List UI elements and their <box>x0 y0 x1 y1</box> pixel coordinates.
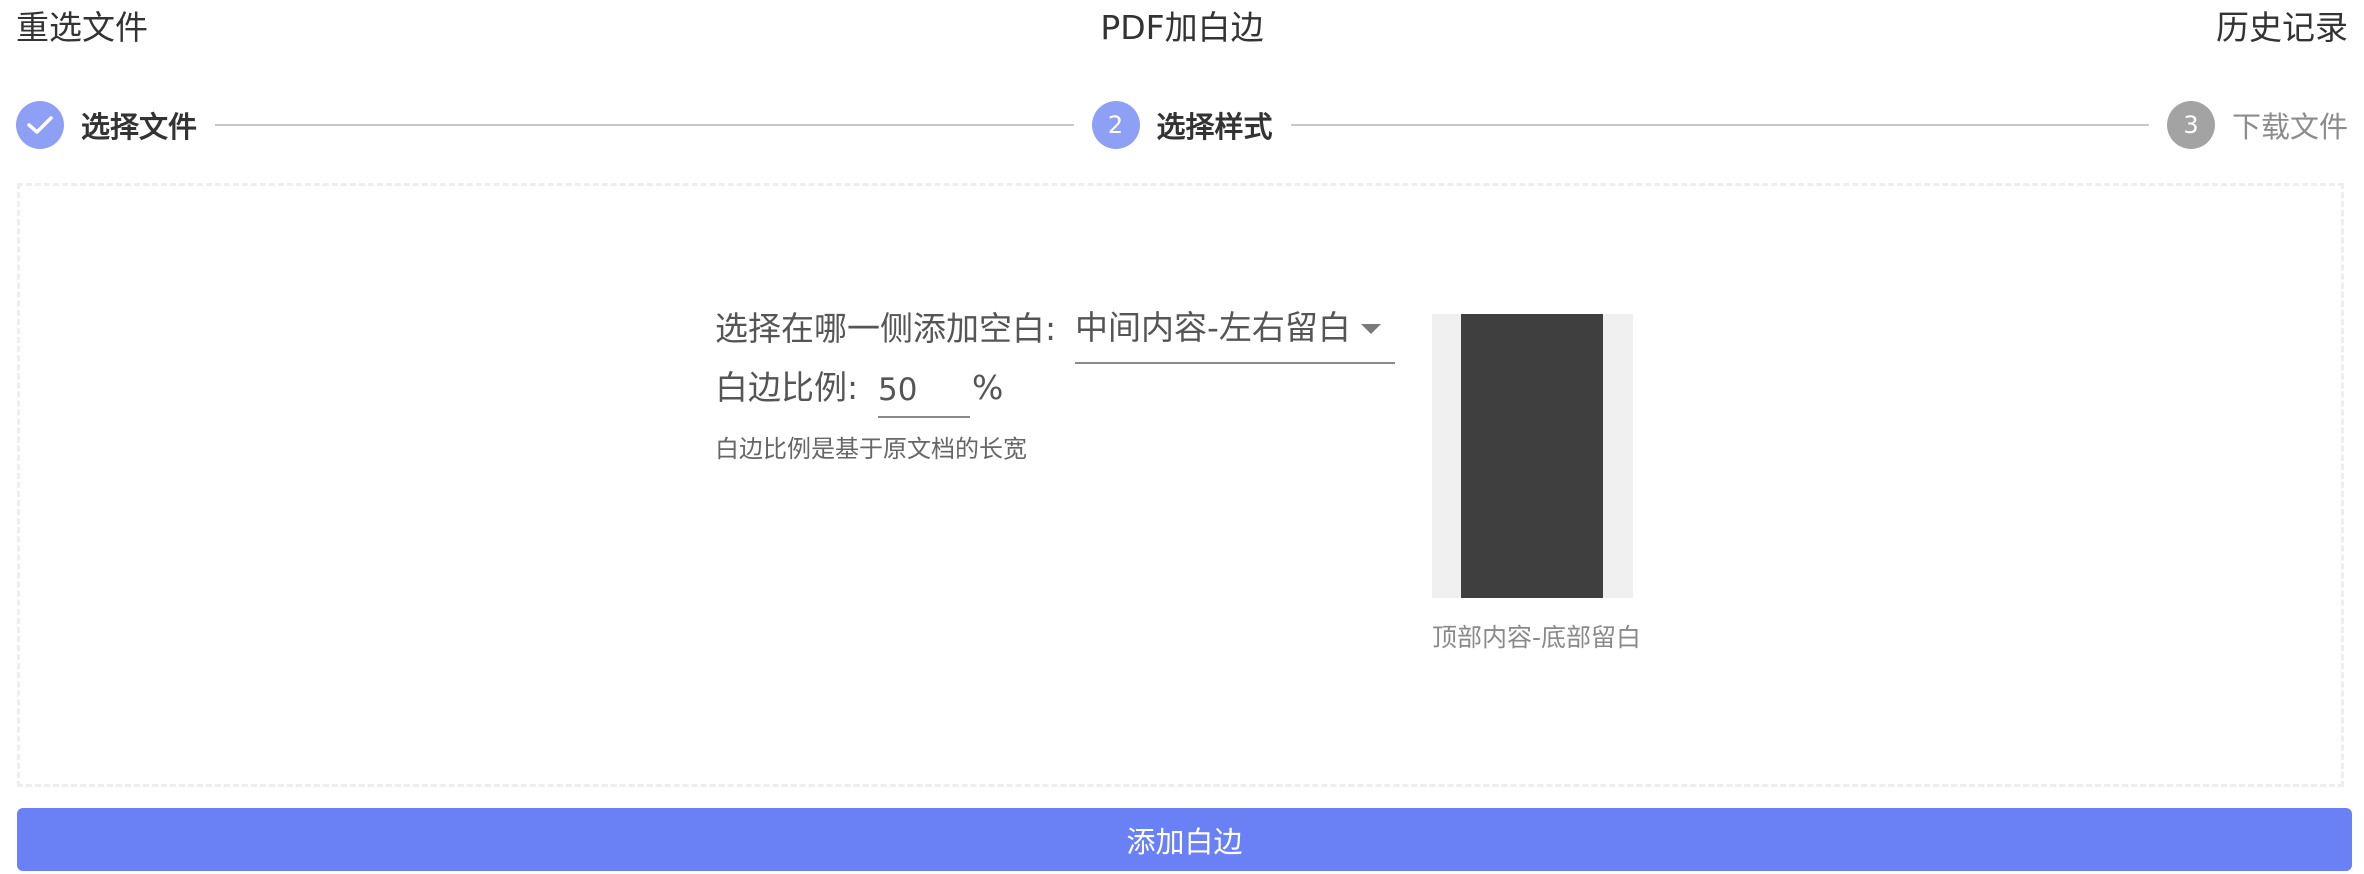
preview-content-block <box>1461 314 1603 598</box>
ratio-unit: % <box>972 368 1004 407</box>
preview-caption: 顶部内容-底部留白 <box>1432 623 1642 652</box>
reselect-file-link[interactable]: 重选文件 <box>16 6 148 50</box>
layout-preview <box>1432 314 1633 598</box>
step-3-number: 3 <box>2183 111 2199 139</box>
step-connector <box>1290 124 2149 126</box>
chevron-down-icon <box>1361 324 1381 334</box>
check-icon <box>27 116 53 134</box>
step-2-number: 2 <box>1107 111 1124 139</box>
side-select[interactable]: 中间内容-左右留白 <box>1075 306 1395 364</box>
history-link[interactable]: 历史记录 <box>2216 6 2348 50</box>
side-select-value: 中间内容-左右留白 <box>1075 308 1351 347</box>
ratio-input[interactable] <box>878 364 970 418</box>
step-3-circle: 3 <box>2167 101 2215 149</box>
step-indicator: 选择文件 2 选择样式 3 下载文件 <box>16 100 2348 150</box>
step-1-label: 选择文件 <box>81 110 198 144</box>
step-2: 2 选择样式 <box>1091 101 1273 149</box>
page-title: PDF加白边 <box>1100 8 1264 47</box>
options-panel <box>17 183 2344 787</box>
step-1: 选择文件 <box>16 101 197 149</box>
step-1-circle <box>16 101 64 149</box>
add-margin-button[interactable]: 添加白边 <box>17 808 2352 871</box>
step-2-circle: 2 <box>1091 101 1140 149</box>
step-2-label: 选择样式 <box>1156 110 1273 144</box>
side-label: 选择在哪一侧添加空白: <box>715 309 1057 348</box>
ratio-hint: 白边比例是基于原文档的长宽 <box>715 435 1027 463</box>
page-title-bar: PDF加白边 <box>0 6 2364 50</box>
step-connector <box>215 124 1074 126</box>
step-3: 3 下载文件 <box>2167 101 2348 149</box>
ratio-label: 白边比例: <box>715 368 859 407</box>
step-3-label: 下载文件 <box>2232 110 2349 144</box>
